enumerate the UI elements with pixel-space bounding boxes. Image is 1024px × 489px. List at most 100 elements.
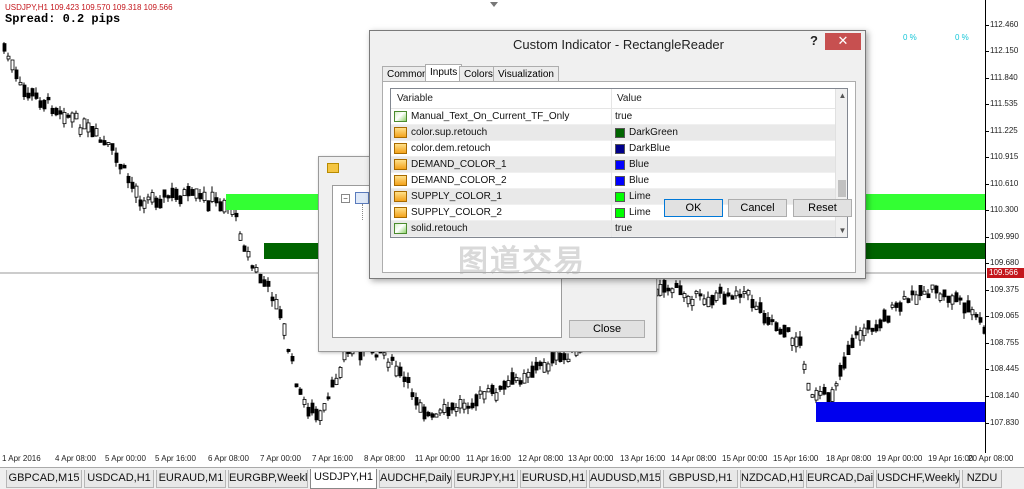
candle-body bbox=[174, 188, 179, 200]
grid-row[interactable]: solid.retouch true bbox=[391, 221, 835, 237]
candle-body bbox=[914, 294, 919, 305]
candle-body bbox=[750, 299, 755, 309]
param-value[interactable]: DarkBlue bbox=[629, 143, 670, 154]
candle-body bbox=[790, 337, 795, 346]
grid-row[interactable]: Manual_Text_On_Current_TF_Only true bbox=[391, 109, 835, 125]
chart-shift-marker[interactable] bbox=[490, 2, 498, 7]
close-button[interactable]: Close bbox=[569, 320, 645, 338]
ok-button[interactable]: OK bbox=[664, 199, 723, 217]
symbol-tab[interactable]: EURCAD,Daily bbox=[806, 470, 874, 488]
grid-row[interactable]: color.sup.retouch DarkGreen bbox=[391, 125, 835, 141]
symbol-tab[interactable]: NZDU bbox=[962, 470, 1002, 488]
color-swatch bbox=[615, 144, 625, 154]
param-value[interactable]: Lime bbox=[629, 207, 651, 218]
time-axis[interactable]: 1 Apr 2016 4 Apr 08:00 5 Apr 00:00 5 Apr 16… bbox=[0, 453, 1013, 467]
symbol-tab[interactable]: EURJPY,H1 bbox=[454, 470, 518, 488]
param-value[interactable]: Blue bbox=[629, 159, 649, 170]
scroll-thumb[interactable] bbox=[838, 180, 846, 197]
price-axis[interactable]: 112.460 112.150 111.840 111.535 111.225 110.9… bbox=[985, 0, 1024, 453]
candle-body bbox=[122, 164, 127, 169]
candle-body bbox=[926, 293, 931, 299]
symbol-tab[interactable]: USDJPY,H1 bbox=[310, 469, 377, 489]
candle-body bbox=[2, 43, 7, 52]
symbol-tab[interactable]: NZDCAD,H1 bbox=[740, 470, 804, 488]
candle-body bbox=[822, 386, 827, 395]
candle-body bbox=[218, 201, 223, 212]
candle-body bbox=[106, 142, 111, 145]
candle-body bbox=[202, 191, 207, 201]
candle-body bbox=[418, 402, 423, 413]
help-button[interactable]: ? bbox=[807, 33, 821, 51]
collapse-icon[interactable]: − bbox=[341, 194, 350, 203]
column-separator bbox=[611, 125, 612, 141]
header-separator[interactable] bbox=[611, 89, 612, 109]
candle-body bbox=[454, 406, 459, 412]
symbol-tab[interactable]: USDCAD,H1 bbox=[84, 470, 154, 488]
price-label: 108.140 bbox=[990, 391, 1019, 400]
percent-label-1: 0 % bbox=[903, 33, 917, 42]
scroll-up-icon[interactable]: ▲ bbox=[836, 89, 847, 102]
candle-body bbox=[62, 111, 67, 125]
candle-body bbox=[430, 413, 435, 418]
param-value[interactable]: DarkGreen bbox=[629, 127, 678, 138]
price-tick bbox=[986, 210, 989, 211]
candle-body bbox=[22, 84, 27, 98]
reset-button[interactable]: Reset bbox=[793, 199, 852, 217]
candle-body bbox=[718, 286, 723, 294]
header-variable[interactable]: Variable bbox=[397, 93, 433, 104]
candle-body bbox=[446, 406, 451, 417]
scroll-down-icon[interactable]: ▼ bbox=[836, 224, 847, 237]
column-separator bbox=[611, 109, 612, 125]
grid-row[interactable]: DEMAND_COLOR_2 Blue bbox=[391, 173, 835, 189]
tab-visualization[interactable]: Visualization bbox=[493, 66, 559, 82]
symbol-tab[interactable]: GBPCAD,M15 bbox=[6, 470, 82, 488]
candle-body bbox=[918, 285, 923, 297]
candle-body bbox=[930, 284, 935, 290]
candle-body bbox=[546, 363, 551, 372]
candle-body bbox=[34, 92, 39, 99]
candle-body bbox=[550, 352, 555, 364]
param-value[interactable]: true bbox=[615, 111, 632, 122]
candle-body bbox=[786, 327, 791, 332]
symbol-tab[interactable]: EURUSD,H1 bbox=[520, 470, 587, 488]
symbol-tab[interactable]: AUDCHF,Daily bbox=[379, 470, 452, 488]
symbol-tab[interactable]: EURAUD,M1 bbox=[156, 470, 226, 488]
candle-body bbox=[846, 344, 851, 356]
symbol-tab[interactable]: AUDUSD,M15 bbox=[589, 470, 661, 488]
candle-body bbox=[298, 388, 303, 395]
candle-body bbox=[66, 114, 71, 118]
time-label: 13 Apr 00:00 bbox=[568, 454, 614, 463]
symbol-tab[interactable]: USDCHF,Weekly bbox=[876, 470, 960, 488]
candle-body bbox=[510, 372, 515, 385]
candle-body bbox=[686, 295, 691, 305]
candle-body bbox=[886, 315, 891, 323]
candle-body bbox=[438, 409, 443, 414]
price-tick bbox=[986, 343, 989, 344]
price-label: 112.460 bbox=[990, 20, 1019, 29]
header-value[interactable]: Value bbox=[617, 93, 642, 104]
candle-body bbox=[898, 302, 903, 312]
param-value[interactable]: Blue bbox=[629, 175, 649, 186]
candle-body bbox=[474, 394, 479, 407]
dialog-title: Custom Indicator - RectangleReader bbox=[513, 37, 724, 52]
candle-body bbox=[198, 193, 203, 200]
candle-body bbox=[462, 402, 467, 410]
candle-body bbox=[26, 92, 31, 99]
grid-row[interactable]: color.dem.retouch DarkBlue bbox=[391, 141, 835, 157]
candle-body bbox=[794, 336, 799, 348]
symbol-tab[interactable]: EURGBP,Weekly bbox=[228, 470, 308, 488]
close-icon[interactable]: ✕ bbox=[825, 33, 861, 50]
param-value[interactable]: true bbox=[615, 223, 632, 234]
candle-body bbox=[90, 126, 95, 138]
cancel-button[interactable]: Cancel bbox=[728, 199, 787, 217]
param-value[interactable]: Lime bbox=[629, 191, 651, 202]
symbol-tab[interactable]: GBPUSD,H1 bbox=[663, 470, 738, 488]
candle-body bbox=[470, 402, 475, 409]
candle-body bbox=[286, 349, 291, 352]
grid-row[interactable]: DEMAND_COLOR_1 Blue bbox=[391, 157, 835, 173]
candle-body bbox=[246, 251, 251, 258]
candle-body bbox=[946, 295, 951, 303]
candle-body bbox=[242, 245, 247, 252]
candle-body bbox=[906, 298, 911, 303]
watermark-text: 图道交易 bbox=[458, 245, 586, 278]
